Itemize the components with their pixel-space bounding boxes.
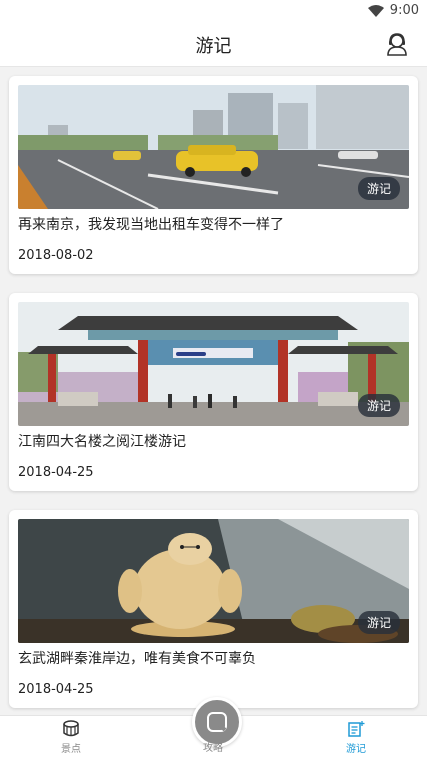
- street-scene-with-taxi-image[interactable]: 游记: [18, 85, 409, 209]
- card-date: 2018-04-25: [18, 682, 94, 697]
- card-date: 2018-08-02: [18, 248, 94, 263]
- page-title: 游记: [195, 36, 232, 57]
- card-title: 江南四大名楼之阅江楼游记: [18, 434, 186, 450]
- drum-icon: [63, 720, 79, 737]
- app-header: 游记: [0, 24, 427, 67]
- travel-note-card[interactable]: 游记 江南四大名楼之阅江楼游记 2018-04-25: [9, 293, 418, 491]
- nav-item-travel-notes[interactable]: 游记: [316, 720, 396, 755]
- note-tag: 游记: [357, 177, 400, 200]
- travel-note-card[interactable]: 游记 玄武湖畔秦淮岸边，唯有美食不可辜负 2018-04-25: [9, 510, 418, 708]
- nav-item-label: 游记: [346, 744, 366, 755]
- card-date: 2018-04-25: [18, 465, 94, 480]
- center-circle-icon: [207, 712, 227, 732]
- card-title: 再来南京，我发现当地出租车变得不一样了: [18, 217, 284, 233]
- travel-note-card[interactable]: 游记 再来南京，我发现当地出租车变得不一样了 2018-08-02: [9, 76, 418, 274]
- notes-icon: [348, 721, 365, 737]
- nav-item-label: 景点: [61, 744, 81, 755]
- pastry-figurine-image[interactable]: 游记: [18, 519, 409, 643]
- nav-item-strategy-label[interactable]: 攻略: [173, 739, 253, 754]
- travel-notes-list[interactable]: 游记 再来南京，我发现当地出租车变得不一样了 2018-08-02 游记 江南四…: [0, 67, 427, 715]
- nav-item-attractions[interactable]: 景点: [31, 720, 111, 755]
- status-icons: 9:00: [367, 3, 419, 18]
- card-title: 玄武湖畔秦淮岸边，唯有美食不可辜负: [18, 651, 256, 667]
- status-time: 9:00: [389, 3, 419, 18]
- note-tag: 游记: [357, 611, 400, 634]
- traditional-gate-archway-image[interactable]: 游记: [18, 302, 409, 426]
- status-bar: 9:00: [0, 0, 427, 24]
- note-tag: 游记: [357, 394, 400, 417]
- wifi-icon: [367, 4, 384, 17]
- user-profile-icon[interactable]: [385, 32, 409, 56]
